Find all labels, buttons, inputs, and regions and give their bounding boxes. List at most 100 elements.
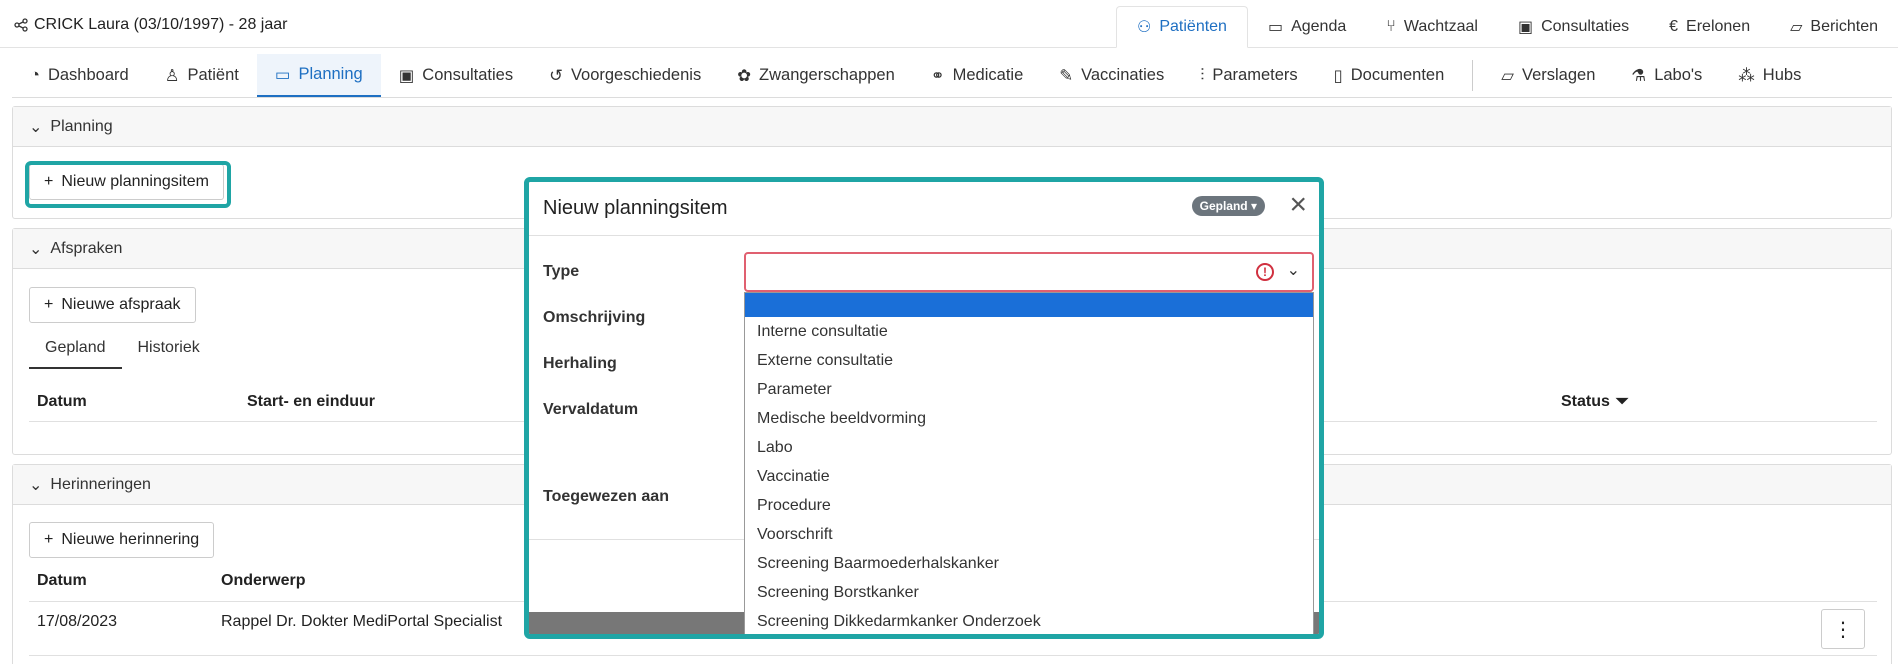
topnav-wachtzaal[interactable]: ⑂ Wachtzaal xyxy=(1366,6,1498,48)
topnav-erelonen[interactable]: € Erelonen xyxy=(1649,6,1770,48)
appointment-tabs: Gepland Historiek xyxy=(29,331,216,369)
label-toegewezen-aan: Toegewezen aan xyxy=(543,488,669,505)
euro-icon: € xyxy=(1669,18,1679,35)
tab-voorgeschiedenis[interactable]: ↺ Voorgeschiedenis xyxy=(531,54,719,97)
topnav-label: Consultaties xyxy=(1541,18,1630,35)
column-status-label: Status xyxy=(1561,393,1610,410)
status-badge[interactable]: Gepland ▾ xyxy=(1191,196,1265,216)
tab-dashboard[interactable]: ◔ Dashboard xyxy=(12,54,147,97)
label-herhaling: Herhaling xyxy=(543,355,617,372)
plus-icon: + xyxy=(44,531,54,548)
tab-gepland[interactable]: Gepland xyxy=(29,331,122,369)
kebab-icon: ⋮ xyxy=(1833,618,1853,641)
tab-label: Patiënt xyxy=(187,66,239,84)
type-select[interactable]: ! ⌄ xyxy=(744,252,1314,292)
new-appointment-button[interactable]: + Nieuwe afspraak xyxy=(29,287,196,323)
panel-title: Planning xyxy=(50,117,113,135)
tab-planning[interactable]: ▭ Planning xyxy=(256,54,381,97)
hubs-icon: ⁂ xyxy=(1738,66,1755,85)
pregnancy-icon: ✿ xyxy=(737,66,752,85)
dropdown-option[interactable]: Screening Dikkedarmkanker Onderzoek xyxy=(745,607,1313,634)
tab-label: Labo's xyxy=(1654,66,1703,84)
tab-verslagen[interactable]: ▱ Verslagen xyxy=(1483,54,1613,97)
tab-label: Consultaties xyxy=(422,66,514,84)
topnav-label: Berichten xyxy=(1810,18,1878,35)
subnav-divider xyxy=(1472,60,1474,91)
dropdown-option[interactable]: Voorschrift xyxy=(745,520,1313,549)
document-icon: ▯ xyxy=(1333,66,1343,85)
column-datum: Datum xyxy=(37,572,87,589)
column-status[interactable]: Status ⏷ xyxy=(1561,393,1629,411)
topnav-agenda[interactable]: ▭ Agenda xyxy=(1248,6,1366,48)
dropdown-option[interactable]: Screening Baarmoederhalskanker xyxy=(745,549,1313,578)
tab-label: Vaccinaties xyxy=(1081,66,1165,84)
topnav-consultaties[interactable]: ▣ Consultaties xyxy=(1498,6,1649,48)
modal-title: Nieuw planningsitem xyxy=(543,197,728,219)
syringe-icon: ✎ xyxy=(1059,66,1074,85)
close-icon[interactable]: × xyxy=(1289,190,1307,220)
column-onderwerp: Onderwerp xyxy=(221,572,306,589)
patient-subnav: ◔ Dashboard ♙ Patiënt ▭ Planning ▣ Consultat… xyxy=(12,54,1892,98)
briefcase-icon: ▣ xyxy=(1517,19,1534,36)
dropdown-option[interactable]: Externe consultatie xyxy=(745,346,1313,375)
badge-label: Gepland xyxy=(1199,199,1248,213)
history-icon: ↺ xyxy=(549,66,563,85)
topnav-label: Wachtzaal xyxy=(1403,18,1478,35)
tab-vaccinaties[interactable]: ✎ Vaccinaties xyxy=(1041,54,1182,97)
topnav-label: Agenda xyxy=(1291,18,1347,35)
dropdown-option[interactable]: Vaccinatie xyxy=(745,462,1313,491)
chevron-down-icon: ⌄ xyxy=(1286,262,1300,279)
panel-title: Herinneringen xyxy=(50,475,151,493)
tab-zwangerschappen[interactable]: ✿ Zwangerschappen xyxy=(719,54,913,97)
tab-label: Hubs xyxy=(1762,66,1802,84)
tab-parameters[interactable]: ⫶ Parameters xyxy=(1182,54,1315,97)
users-icon: ⚇ xyxy=(1137,19,1152,36)
dropdown-option[interactable]: Parameter xyxy=(745,375,1313,404)
calendar-icon: ▭ xyxy=(1267,19,1284,36)
tab-label: Parameters xyxy=(1212,66,1298,84)
dropdown-option[interactable] xyxy=(745,293,1313,317)
dropdown-option[interactable]: Screening Borstkanker xyxy=(745,578,1313,607)
reminder-date: 17/08/2023 xyxy=(37,613,118,630)
pills-icon: ⚭ xyxy=(930,66,945,85)
tab-label: Documenten xyxy=(1350,66,1445,84)
dropdown-option[interactable]: Interne consultatie xyxy=(745,317,1313,346)
row-menu-button[interactable]: ⋮ xyxy=(1821,609,1865,649)
tab-documenten[interactable]: ▯ Documenten xyxy=(1316,54,1463,97)
topnav-berichten[interactable]: ▱ Berichten xyxy=(1770,6,1898,48)
share-icon xyxy=(14,18,28,32)
dropdown-option[interactable]: Labo xyxy=(745,433,1313,462)
column-datum: Datum xyxy=(37,393,87,410)
tab-consultaties[interactable]: ▣ Consultaties xyxy=(381,54,531,97)
plus-icon: + xyxy=(44,296,54,313)
chevron-down-icon: ⌄ xyxy=(29,476,43,494)
patient-header[interactable]: CRICK Laura (03/10/1997) - 28 jaar xyxy=(14,16,287,34)
tab-medicatie[interactable]: ⚭ Medicatie xyxy=(913,54,1041,97)
label-type: Type xyxy=(543,263,580,280)
column-start-einduur: Start- en einduur xyxy=(247,393,376,410)
tab-label: Medicatie xyxy=(952,66,1024,84)
topnav-label: Erelonen xyxy=(1686,18,1751,35)
new-planning-item-modal: Nieuw planningsitem Gepland ▾ × Type Oms… xyxy=(524,177,1324,639)
button-label: Nieuwe afspraak xyxy=(61,296,181,313)
dashboard-icon: ◔ xyxy=(30,66,40,84)
error-icon: ! xyxy=(1256,263,1274,281)
filter-icon[interactable]: ⏷ xyxy=(1616,393,1629,411)
tab-hubs[interactable]: ⁂ Hubs xyxy=(1720,54,1819,97)
tab-historiek[interactable]: Historiek xyxy=(122,331,216,369)
tab-patient[interactable]: ♙ Patiënt xyxy=(147,54,257,97)
panel-title: Afspraken xyxy=(50,239,123,257)
dropdown-option[interactable]: Procedure xyxy=(745,491,1313,520)
highlight-outline xyxy=(25,161,231,208)
inbox-icon: ▱ xyxy=(1790,19,1803,36)
tab-label: Dashboard xyxy=(47,66,129,84)
tab-label: Planning xyxy=(298,65,363,83)
topnav-patienten[interactable]: ⚇ Patiënten xyxy=(1116,6,1248,48)
label-omschrijving: Omschrijving xyxy=(543,309,646,326)
new-reminder-button[interactable]: + Nieuwe herinnering xyxy=(29,522,215,558)
chevron-down-icon: ⌄ xyxy=(29,240,43,258)
planning-header[interactable]: ⌄ Planning xyxy=(13,107,1891,147)
tab-labos[interactable]: ⚗ Labo's xyxy=(1613,54,1720,97)
top-navigation: ⚇ Patiënten ▭ Agenda ⑂ Wachtzaal ▣ Consultat… xyxy=(1116,6,1898,48)
dropdown-option[interactable]: Medische beeldvorming xyxy=(745,404,1313,433)
